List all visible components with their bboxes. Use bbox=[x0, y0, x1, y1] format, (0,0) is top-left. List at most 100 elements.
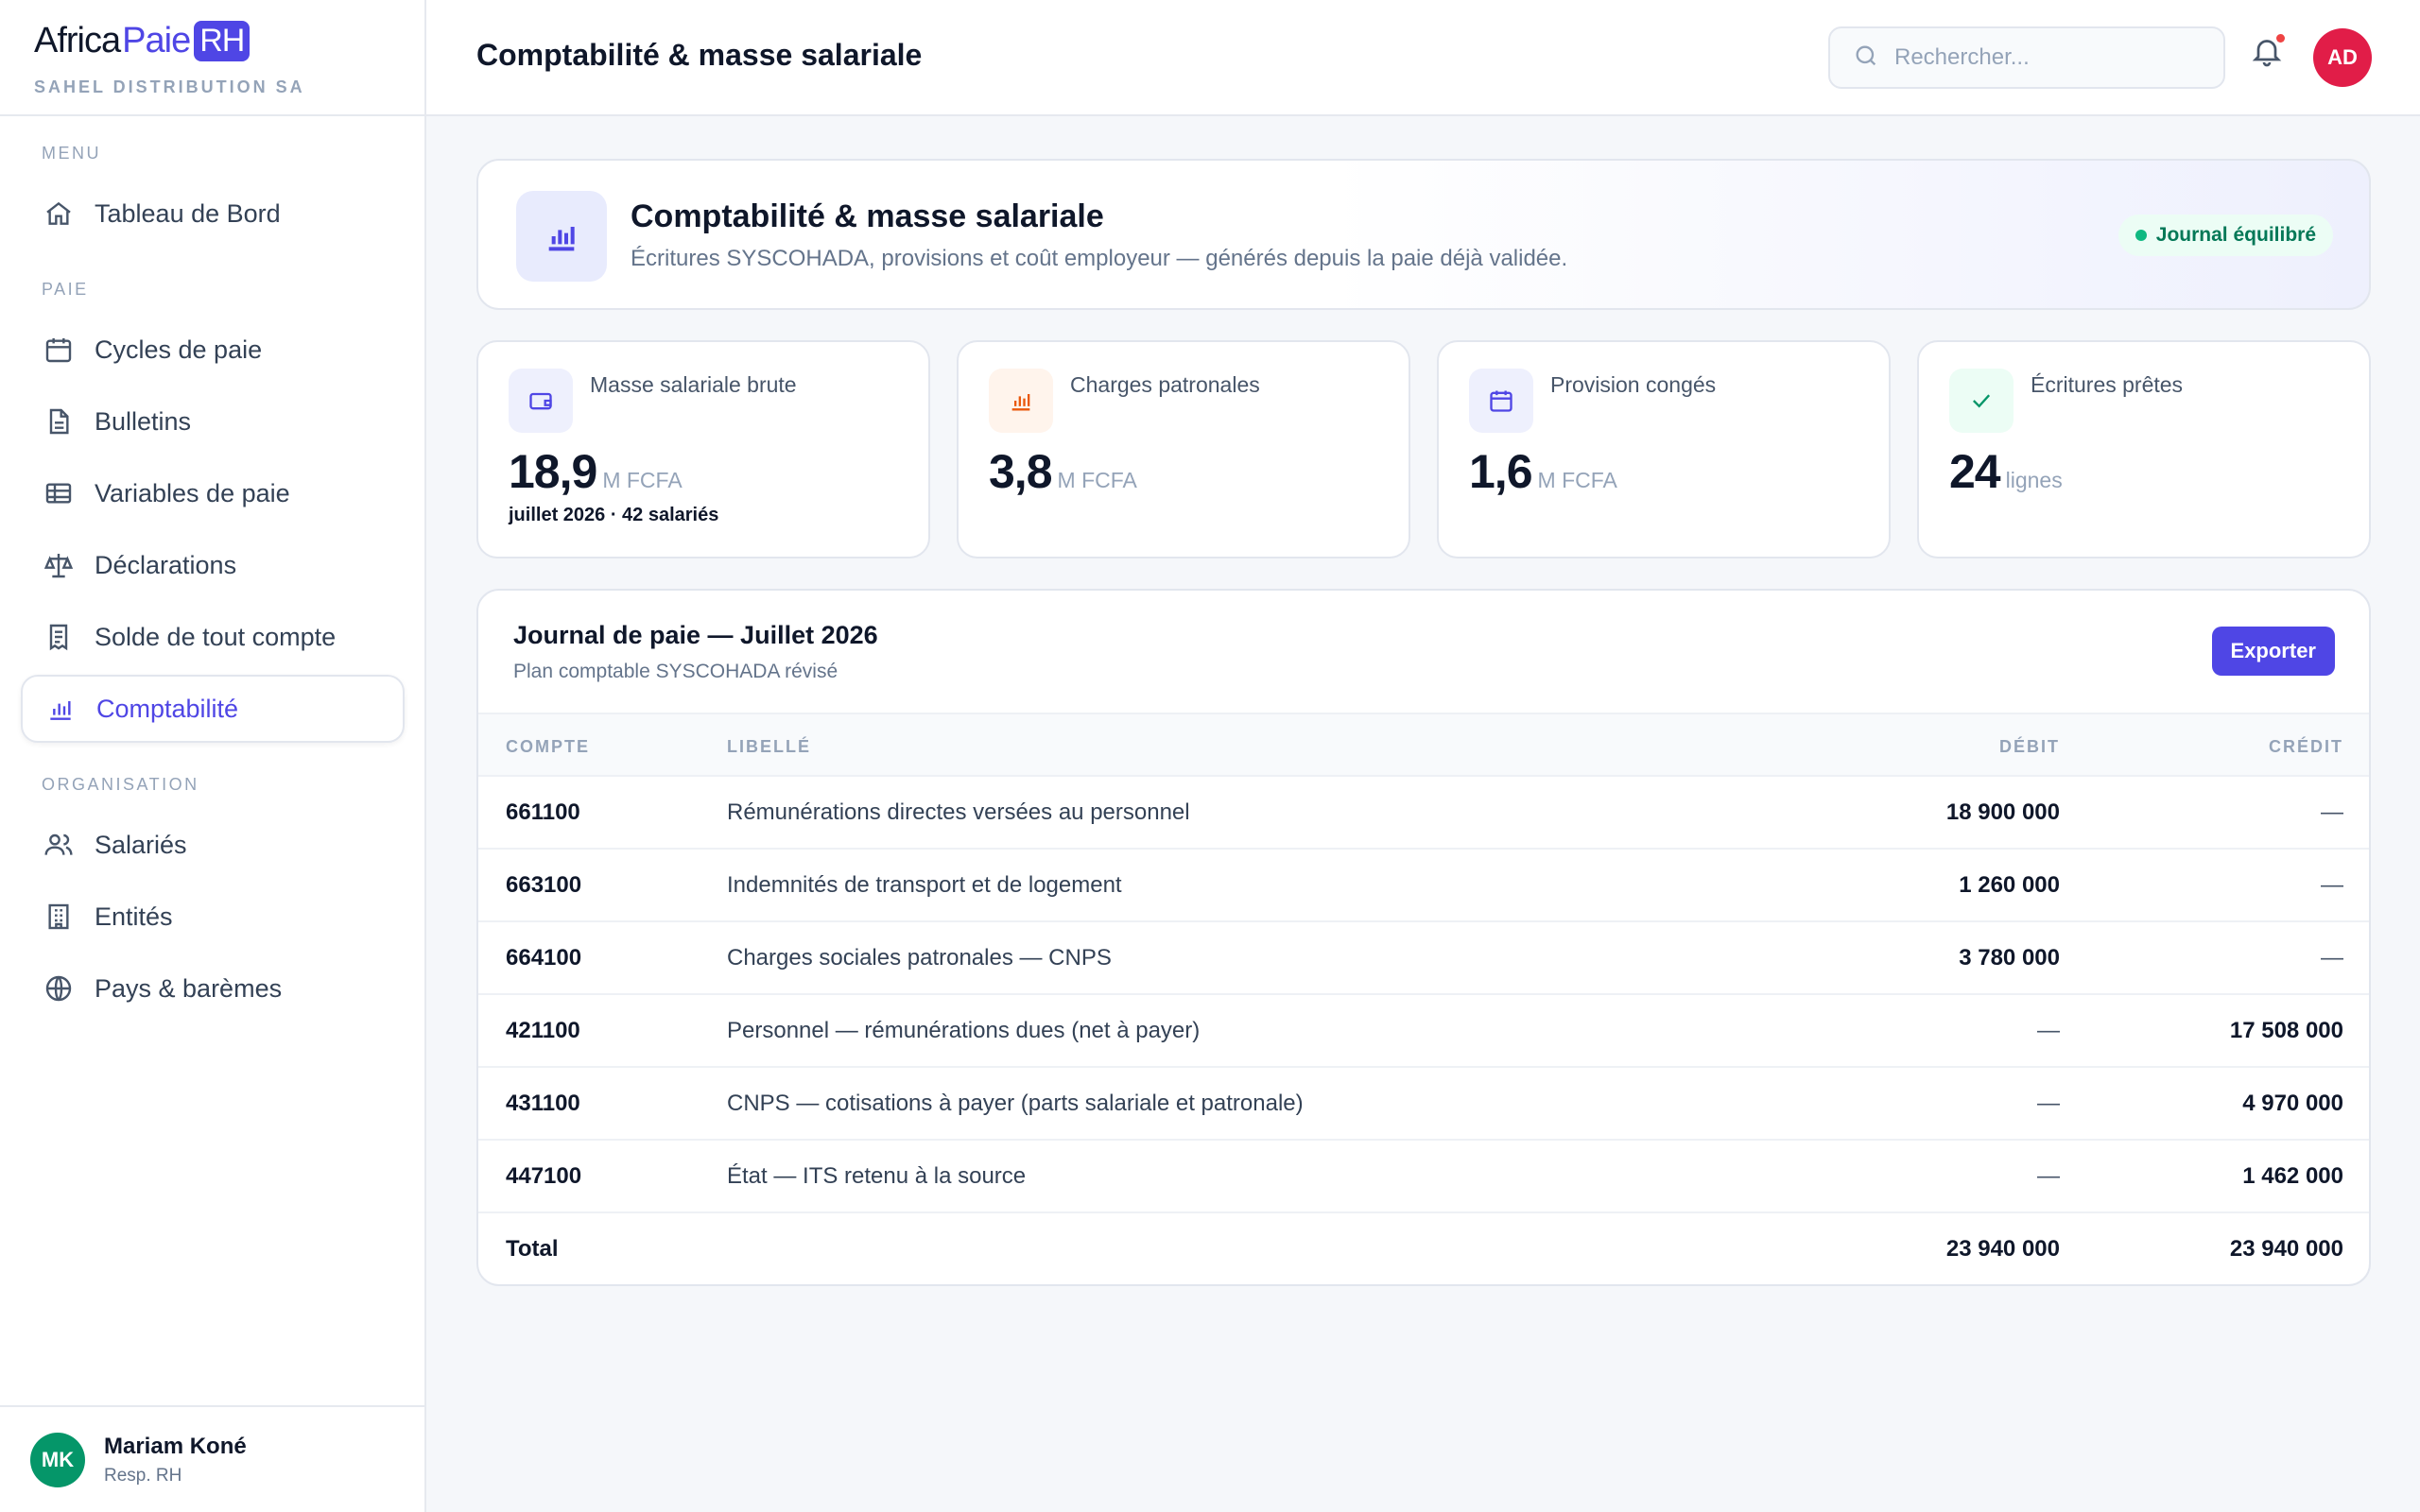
stat-value: 18,9 M FCFA bbox=[509, 444, 683, 499]
cell-compte: 663100 bbox=[506, 872, 582, 898]
bar-chart-icon bbox=[989, 369, 1053, 433]
building-icon bbox=[42, 900, 76, 934]
total-credit: 23 940 000 bbox=[2229, 1236, 2343, 1262]
total-debit: 23 940 000 bbox=[1945, 1236, 2060, 1262]
stat-card-provision-conges: Provision congés 1,6 M FCFA bbox=[1437, 340, 1891, 558]
status-badge-label: Journal équilibré bbox=[2155, 224, 2316, 246]
table-row[interactable]: 431100 CNPS — cotisations à payer (parts… bbox=[478, 1068, 2369, 1141]
table-row[interactable]: 421100 Personnel — rémunérations dues (n… bbox=[478, 995, 2369, 1068]
notifications-button[interactable] bbox=[2250, 34, 2291, 76]
wallet-icon bbox=[509, 369, 573, 433]
stat-label: Écritures prêtes bbox=[2031, 372, 2184, 397]
app-logo[interactable]: Africa Paie RH bbox=[34, 17, 424, 64]
cell-compte: 431100 bbox=[506, 1091, 580, 1116]
table-total-row: Total 23 940 000 23 940 000 bbox=[478, 1213, 2369, 1284]
column-header-credit[interactable]: CRÉDIT bbox=[2269, 737, 2343, 757]
stat-number: 18,9 bbox=[509, 445, 597, 498]
section-title: Comptabilité & masse salariale bbox=[631, 198, 1104, 234]
stat-card-ecritures-pretes: Écritures prêtes 24 lignes bbox=[1917, 340, 2371, 558]
avatar[interactable]: AD bbox=[2313, 28, 2372, 87]
bar-chart-icon bbox=[43, 692, 78, 726]
cell-debit: — bbox=[2037, 1091, 2060, 1116]
cell-compte: 661100 bbox=[506, 799, 580, 825]
menu-section-label: MENU bbox=[42, 144, 101, 163]
search-input[interactable] bbox=[1894, 44, 2197, 71]
export-button[interactable]: Exporter bbox=[2211, 627, 2335, 676]
sidebar: Africa Paie RH SAHEL DISTRIBUTION SA MEN… bbox=[0, 0, 426, 1512]
cell-libelle: Rémunérations directes versées au person… bbox=[727, 799, 1190, 825]
cell-libelle: CNPS — cotisations à payer (parts salari… bbox=[727, 1091, 1304, 1116]
stat-unit: M FCFA bbox=[1057, 468, 1137, 492]
cell-debit: — bbox=[2037, 1163, 2060, 1189]
stat-value: 24 lignes bbox=[1949, 444, 2063, 499]
document-icon bbox=[42, 404, 76, 438]
check-icon bbox=[1949, 369, 2014, 433]
bar-chart-icon bbox=[516, 191, 607, 282]
cell-credit: — bbox=[2321, 945, 2343, 971]
stat-note: juillet 2026 · 42 salariés bbox=[509, 505, 719, 525]
sidebar-item-label: Salariés bbox=[95, 830, 187, 859]
brand: Africa Paie RH SAHEL DISTRIBUTION SA bbox=[0, 0, 424, 116]
sidebar-item-entites[interactable]: Entités bbox=[21, 883, 405, 951]
cell-credit: 1 462 000 bbox=[2242, 1163, 2343, 1189]
sidebar-item-variables-de-paie[interactable]: Variables de paie bbox=[21, 459, 405, 527]
table-icon bbox=[42, 476, 76, 510]
stat-card-charges-patronales: Charges patronales 3,8 M FCFA bbox=[957, 340, 1410, 558]
sidebar-item-label: Pays & barèmes bbox=[95, 973, 283, 1003]
cell-libelle: Personnel — rémunérations dues (net à pa… bbox=[727, 1018, 1201, 1043]
globe-icon bbox=[42, 971, 76, 1005]
sidebar-item-label: Cycles de paie bbox=[95, 335, 263, 364]
journal-title: Journal de paie — Juillet 2026 bbox=[513, 621, 878, 649]
sidebar-item-label: Tableau de Bord bbox=[95, 198, 281, 228]
cell-debit: — bbox=[2037, 1018, 2060, 1043]
cell-credit: — bbox=[2321, 799, 2343, 825]
calendar-icon bbox=[42, 333, 76, 367]
sidebar-item-tableau-de-bord[interactable]: Tableau de Bord bbox=[21, 180, 405, 248]
table-header: COMPTE LIBELLÉ DÉBIT CRÉDIT bbox=[478, 713, 2369, 777]
table-row[interactable]: 663100 Indemnités de transport et de log… bbox=[478, 850, 2369, 922]
status-badge: Journal équilibré bbox=[2118, 215, 2333, 256]
section-subtitle: Écritures SYSCOHADA, provisions et coût … bbox=[631, 246, 1568, 271]
sidebar-item-bulletins[interactable]: Bulletins bbox=[21, 387, 405, 455]
avatar: MK bbox=[30, 1432, 85, 1487]
search-box[interactable] bbox=[1828, 26, 2225, 89]
stat-card-masse-salariale: Masse salariale brute 18,9 M FCFA juille… bbox=[476, 340, 930, 558]
sidebar-item-label: Solde de tout compte bbox=[95, 622, 337, 651]
page-header-card: Comptabilité & masse salariale Écritures… bbox=[476, 159, 2371, 310]
sidebar-item-comptabilite[interactable]: Comptabilité bbox=[21, 675, 405, 743]
company-name: SAHEL DISTRIBUTION SA bbox=[34, 77, 305, 96]
stat-label: Charges patronales bbox=[1070, 372, 1260, 397]
stat-label: Masse salariale brute bbox=[590, 372, 797, 397]
logo-paie: Paie bbox=[122, 20, 191, 60]
table-row[interactable]: 447100 État — ITS retenu à la source — 1… bbox=[478, 1141, 2369, 1213]
notification-dot bbox=[2276, 34, 2285, 43]
sidebar-item-pays-baremes[interactable]: Pays & barèmes bbox=[21, 954, 405, 1022]
topbar: Comptabilité & masse salariale AD bbox=[426, 0, 2420, 116]
user-name: Mariam Koné bbox=[104, 1433, 247, 1459]
sidebar-item-cycles-de-paie[interactable]: Cycles de paie bbox=[21, 316, 405, 384]
column-header-debit[interactable]: DÉBIT bbox=[1999, 737, 2060, 757]
cell-debit: 18 900 000 bbox=[1945, 799, 2060, 825]
sidebar-item-label: Entités bbox=[95, 902, 173, 931]
cell-compte: 447100 bbox=[506, 1163, 582, 1189]
sidebar-item-solde-de-tout-compte[interactable]: Solde de tout compte bbox=[21, 603, 405, 671]
cell-libelle: Indemnités de transport et de logement bbox=[727, 872, 1122, 898]
users-icon bbox=[42, 828, 76, 862]
sidebar-item-salaries[interactable]: Salariés bbox=[21, 811, 405, 879]
cell-compte: 421100 bbox=[506, 1018, 580, 1043]
total-label: Total bbox=[506, 1236, 559, 1262]
stat-value: 1,6 M FCFA bbox=[1469, 444, 1617, 499]
table-row[interactable]: 664100 Charges sociales patronales — CNP… bbox=[478, 922, 2369, 995]
table-row[interactable]: 661100 Rémunérations directes versées au… bbox=[478, 777, 2369, 850]
page-title: Comptabilité & masse salariale bbox=[476, 38, 923, 72]
stat-number: 24 bbox=[1949, 445, 2001, 498]
cell-libelle: Charges sociales patronales — CNPS bbox=[727, 945, 1112, 971]
cell-libelle: État — ITS retenu à la source bbox=[727, 1163, 1027, 1189]
sidebar-item-declarations[interactable]: Déclarations bbox=[21, 531, 405, 599]
column-header-compte[interactable]: COMPTE bbox=[506, 737, 590, 757]
column-header-libelle[interactable]: LIBELLÉ bbox=[727, 737, 811, 757]
status-dot bbox=[2135, 230, 2147, 241]
stat-number: 1,6 bbox=[1469, 445, 1533, 498]
sidebar-item-label: Variables de paie bbox=[95, 478, 290, 507]
user-profile[interactable]: MK Mariam Koné Resp. RH bbox=[0, 1405, 424, 1512]
